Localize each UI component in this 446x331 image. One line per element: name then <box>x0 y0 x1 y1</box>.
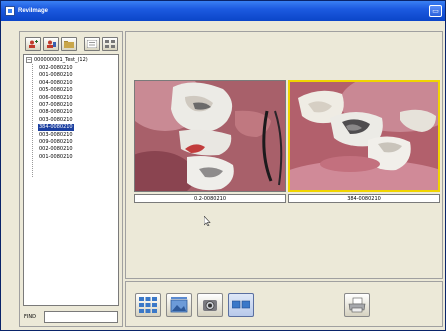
add-patient-icon <box>29 40 38 48</box>
single-image-icon <box>170 297 188 313</box>
print-icon <box>348 297 366 313</box>
window-title: ReviImage <box>18 8 49 14</box>
camera-capture-icon <box>203 300 217 311</box>
find-input[interactable] <box>44 311 118 323</box>
list-view-button[interactable] <box>84 37 100 51</box>
mouse-cursor-icon <box>204 216 211 226</box>
image-thumbnail-1[interactable] <box>134 80 286 192</box>
tree-item[interactable]: 007-0080210 <box>38 102 74 109</box>
open-folder-button[interactable] <box>61 37 77 51</box>
camera-capture-button[interactable] <box>197 293 223 317</box>
dual-view-icon <box>232 300 250 309</box>
tree-root[interactable]: − 000000001_Test_(12) <box>26 57 88 63</box>
patient-tree[interactable]: − 000000001_Test_(12) 002-0080210 001-008… <box>23 54 119 306</box>
image-caption-1: 0.2-0080210 <box>134 194 286 203</box>
dental-photo-2 <box>290 82 438 190</box>
dental-photo-1 <box>135 81 285 191</box>
grid-view-icon <box>105 40 115 48</box>
list-view-icon <box>87 40 97 48</box>
image-thumbnail-2[interactable] <box>288 80 440 192</box>
tree-item[interactable]: 001-0080210 <box>38 72 74 79</box>
tree-item[interactable]: 001-0080210 <box>38 154 74 161</box>
multi-grid-button[interactable] <box>135 293 161 317</box>
tree-item[interactable]: 009-0080210 <box>38 139 74 146</box>
tree-item[interactable]: 006-0080210 <box>38 95 74 102</box>
multi-grid-icon <box>139 297 157 313</box>
print-button[interactable] <box>344 293 370 317</box>
image-viewer: 0.2-0080210 384-0080210 <box>125 31 443 279</box>
tree-root-label: 000000001_Test_(12) <box>34 57 88 63</box>
tree-item[interactable]: 003-0080210 <box>38 132 74 139</box>
tree-item[interactable]: 004-0080210 <box>38 80 74 87</box>
find-label: FIND <box>24 314 36 320</box>
app-icon <box>5 6 15 16</box>
app-window: ReviImage ▭ − 000000001_Test_(12) 002-00… <box>0 0 446 331</box>
image-caption-2: 384-0080210 <box>288 194 440 203</box>
add-patient-button[interactable] <box>25 37 41 51</box>
dual-view-button[interactable] <box>228 293 254 317</box>
view-toolbar <box>125 281 443 327</box>
tree-item[interactable]: 003-0080210 <box>38 117 74 124</box>
tree-item[interactable]: 002-0080210 <box>38 65 74 72</box>
patient-panel: − 000000001_Test_(12) 002-0080210 001-008… <box>19 31 123 327</box>
tree-item[interactable]: 005-0080210 <box>38 87 74 94</box>
restore-button[interactable]: ▭ <box>429 5 442 17</box>
title-bar: ReviImage ▭ <box>1 1 445 21</box>
single-image-button[interactable] <box>166 293 192 317</box>
collapse-icon[interactable]: − <box>26 57 32 63</box>
tree-item[interactable]: 008-0080210 <box>38 109 74 116</box>
folder-icon <box>64 41 74 48</box>
grid-view-button[interactable] <box>102 37 118 51</box>
patient-info-button[interactable] <box>43 37 59 51</box>
patient-info-icon <box>47 40 56 48</box>
tree-item-selected[interactable]: 384-0080210 <box>38 124 74 132</box>
tree-item[interactable]: 002-0080210 <box>38 146 74 153</box>
tree-connector <box>32 64 33 177</box>
